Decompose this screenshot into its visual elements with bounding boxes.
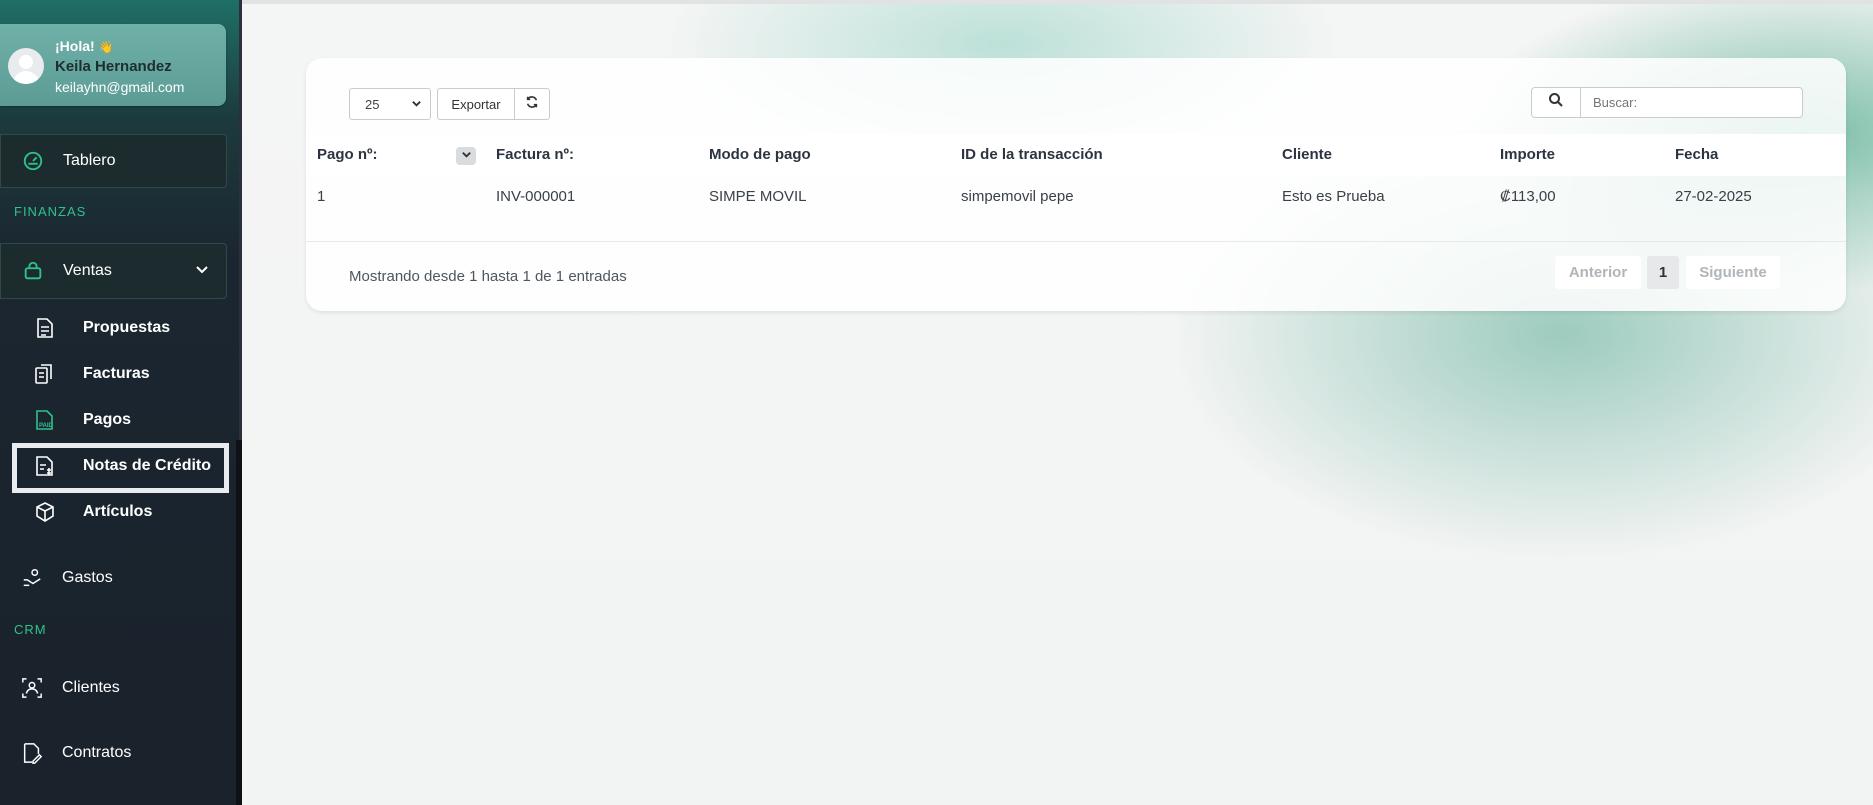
profile-card[interactable]: ¡Hola! 👋 Keila Hernandez keilayhn@gmail.c…	[0, 24, 226, 106]
contracts-icon	[20, 741, 44, 765]
svg-text:PAID: PAID	[39, 423, 54, 429]
sidebar-item-articles[interactable]: Artículos	[0, 492, 236, 532]
expenses-icon	[20, 566, 44, 590]
refresh-button[interactable]	[514, 88, 550, 120]
sidebar-item-label: Propuestas	[83, 319, 171, 336]
invoice-icon	[33, 362, 57, 386]
greeting: ¡Hola! 👋	[55, 38, 114, 54]
items-icon	[33, 500, 57, 524]
chevron-down-icon	[411, 98, 422, 112]
table-row[interactable]: 1 INV-000001 SIMPE MOVIL simpemovil pepe…	[306, 176, 1846, 218]
payments-table-card: 25 Exportar Pago nº: Factura nº: Modo de…	[306, 58, 1846, 311]
sidebar: ¡Hola! 👋 Keila Hernandez keilayhn@gmail.c…	[0, 0, 242, 805]
export-button[interactable]: Exportar	[437, 88, 515, 120]
search-icon	[1548, 92, 1564, 113]
profile-name: Keila Hernandez	[55, 58, 172, 75]
sidebar-item-label: Facturas	[83, 365, 150, 382]
section-finanzas: FINANZAS	[14, 204, 87, 219]
sidebar-item-label: Pagos	[83, 411, 132, 428]
sidebar-item-invoices[interactable]: Facturas	[0, 354, 236, 394]
nav-dashboard[interactable]: Tablero	[0, 134, 227, 188]
table-info: Mostrando desde 1 hasta 1 de 1 entradas	[349, 268, 627, 285]
page-size-value: 25	[365, 96, 380, 112]
nav-contracts[interactable]: Contratos	[0, 731, 236, 775]
expand-toggle[interactable]	[456, 147, 476, 165]
wave-icon: 👋	[98, 40, 114, 54]
nav-clients[interactable]: Clientes	[0, 666, 236, 710]
header-payment-mode[interactable]: Modo de pago	[709, 146, 811, 163]
header-transaction-id[interactable]: ID de la transacción	[961, 146, 1103, 163]
greeting-text: ¡Hola!	[55, 38, 95, 54]
header-client[interactable]: Cliente	[1282, 146, 1332, 163]
cell-payment-no[interactable]: 1	[317, 188, 325, 205]
proposal-icon	[33, 316, 57, 340]
table-header: Pago nº: Factura nº: Modo de pago ID de …	[306, 134, 1846, 176]
sidebar-scrollbar[interactable]	[236, 440, 242, 805]
sidebar-item-payments[interactable]: PAID Pagos	[0, 400, 236, 440]
cell-invoice-no[interactable]: INV-000001	[496, 188, 575, 205]
pagination-prev-button[interactable]: Anterior	[1555, 256, 1641, 289]
search-button[interactable]	[1531, 87, 1581, 118]
nav-dashboard-label: Tablero	[63, 152, 116, 169]
header-amount[interactable]: Importe	[1500, 146, 1555, 163]
nav-expenses-label: Gastos	[62, 569, 113, 586]
sidebar-item-label: Artículos	[83, 503, 153, 520]
pagination-next-button[interactable]: Siguiente	[1686, 256, 1780, 289]
chevron-down-icon	[461, 147, 472, 165]
cell-amount: ₡113,00	[1500, 188, 1556, 205]
refresh-icon	[525, 95, 539, 114]
header-date[interactable]: Fecha	[1675, 146, 1718, 163]
section-crm: CRM	[14, 622, 47, 637]
cell-date: 27-02-2025	[1675, 188, 1752, 205]
cell-client[interactable]: Esto es Prueba	[1282, 188, 1385, 205]
header-payment-no[interactable]: Pago nº:	[317, 146, 377, 163]
nav-expenses[interactable]: Gastos	[0, 556, 236, 600]
sidebar-item-proposals[interactable]: Propuestas	[0, 308, 236, 348]
cell-transaction-id: simpemovil pepe	[961, 188, 1074, 205]
divider	[306, 241, 1846, 242]
nav-contracts-label: Contratos	[62, 744, 132, 761]
avatar[interactable]	[8, 48, 44, 84]
search-input[interactable]	[1580, 87, 1803, 118]
chevron-down-icon[interactable]	[194, 261, 210, 282]
nav-clients-label: Clientes	[62, 679, 120, 696]
nav-sales[interactable]: Ventas	[0, 243, 227, 299]
selection-highlight	[12, 443, 229, 493]
pagination-current-page[interactable]: 1	[1647, 256, 1679, 289]
dashboard-icon	[21, 149, 45, 173]
nav-sales-label: Ventas	[63, 262, 112, 279]
payment-icon: PAID	[33, 408, 57, 432]
clients-icon	[20, 676, 44, 700]
header-invoice-no[interactable]: Factura nº:	[496, 146, 574, 163]
bag-icon	[21, 259, 45, 283]
profile-email: keilayhn@gmail.com	[55, 79, 185, 95]
cell-payment-mode: SIMPE MOVIL	[709, 188, 807, 205]
page-size-select[interactable]: 25	[349, 88, 431, 120]
